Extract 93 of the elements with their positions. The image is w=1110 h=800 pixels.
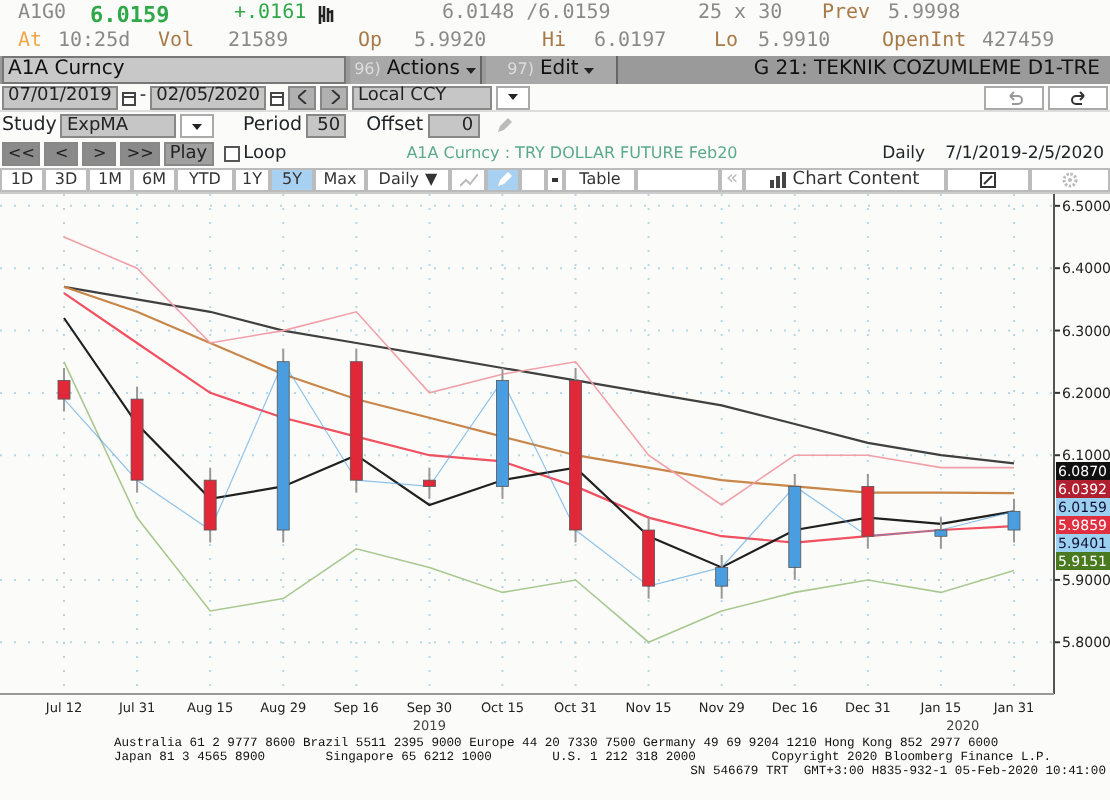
y-tick (1053, 578, 1061, 581)
field-label: Study (2, 116, 57, 136)
playback-button[interactable]: << (2, 142, 41, 166)
candlestick (423, 466, 436, 500)
candlestick (934, 516, 948, 550)
field-label: Offset (366, 116, 424, 136)
line-chart-icon (459, 172, 477, 188)
field-label: OpenInt (882, 32, 969, 52)
y-tick (1053, 454, 1061, 457)
currency-dropdown[interactable]: Local CCY (352, 85, 492, 109)
loop-checkbox[interactable] (223, 146, 240, 162)
caret-icon (552, 178, 558, 182)
date-range-text: 7/1/2019-2/5/2020 (945, 145, 1104, 163)
pencil-icon (495, 118, 512, 134)
frequency-text: Daily (882, 145, 926, 163)
candlestick (203, 466, 217, 544)
calendar-icon (121, 89, 136, 105)
note-icon (980, 172, 996, 188)
period-tab[interactable]: 1Y (234, 168, 270, 192)
playback-button[interactable]: > (82, 142, 117, 166)
ticker-text: A1G0 (18, 4, 69, 24)
field-label: Prev (822, 4, 873, 24)
date-field[interactable]: 02/05/2020 (150, 85, 266, 109)
candlestick (1007, 497, 1021, 544)
last-price: 6.0159 (90, 3, 172, 25)
interval-dropdown[interactable]: Daily ▼ (366, 168, 450, 192)
candlestick (715, 553, 729, 600)
candlestick (642, 516, 655, 600)
candlestick (788, 472, 802, 581)
caret-icon (192, 123, 203, 129)
calendar-icon (270, 89, 284, 105)
separator-text: - (139, 88, 147, 106)
security-field[interactable]: A1A Curncy (2, 56, 346, 84)
field-value: 427459 (982, 32, 1057, 52)
notes-button[interactable] (946, 168, 1030, 192)
dropdown-button[interactable] (496, 85, 530, 109)
page-title: G 21: TEKNIK COZUMLEME D1-TRE (753, 56, 1102, 84)
y-tick (1053, 204, 1061, 207)
undo-icon (1005, 89, 1023, 105)
y-tick (1053, 267, 1061, 270)
dropdown-button[interactable] (546, 168, 564, 192)
period-tab[interactable]: 6M (132, 168, 176, 192)
field-label: Lo (714, 32, 741, 52)
dropdown-button[interactable] (180, 114, 215, 138)
field-label: At (18, 32, 45, 52)
period-tab[interactable]: 3D (44, 168, 88, 192)
study-dropdown[interactable]: ExpMA (60, 114, 177, 138)
date-field[interactable]: 07/01/2019 (2, 85, 118, 109)
candlestick (496, 366, 509, 500)
y-tick (1053, 641, 1061, 644)
field-value: 21589 (228, 32, 291, 52)
redo-icon (1069, 89, 1087, 105)
chart-content-button[interactable]: Chart Content (744, 168, 946, 192)
period-tab[interactable]: YTD (176, 168, 234, 192)
offset-field[interactable]: 0 (427, 114, 480, 138)
y-tick (1053, 329, 1061, 332)
pencil-icon (495, 172, 511, 188)
quote-text: 25 x 30 (698, 4, 785, 24)
candlestick (861, 472, 875, 550)
period-tab[interactable]: 1D (0, 168, 44, 192)
field-value: 5.9998 (888, 4, 963, 24)
caret-icon (465, 67, 476, 73)
field-value: 6.0197 (594, 32, 669, 52)
settings-icon (1062, 172, 1078, 188)
field-value: 5.9920 (414, 32, 489, 52)
field-label: Op (358, 32, 385, 52)
y-tick (1053, 391, 1061, 394)
field-label: Vol (158, 32, 197, 52)
play-button[interactable]: Play (163, 142, 214, 166)
next-button[interactable] (320, 85, 348, 109)
period-tab[interactable]: 1M (88, 168, 132, 192)
period-tab[interactable]: Max (314, 168, 366, 192)
caret-icon (508, 94, 518, 100)
field-value: 5.9910 (758, 32, 833, 52)
candlestick (57, 366, 71, 413)
quote-text: 6.0148 /6.0159 (442, 4, 613, 24)
table-button[interactable]: Table (564, 168, 636, 192)
chart-icon (318, 3, 336, 25)
playback-button[interactable]: < (44, 142, 79, 166)
price-change: +.0161 (234, 4, 309, 24)
previous-button[interactable] (288, 85, 316, 109)
period-field[interactable]: 50 (306, 114, 347, 138)
chart-title: A1A Curncy : TRY DOLLAR FUTURE Feb20 (406, 146, 738, 162)
field-value: 10:25d (58, 32, 133, 52)
candlestick (130, 385, 144, 494)
field-label: Period (242, 116, 303, 136)
playback-button[interactable]: >> (120, 142, 160, 166)
field-label: Hi (542, 32, 569, 52)
checkbox-label: Loop (243, 145, 287, 163)
caret-icon (584, 67, 595, 73)
redo-button[interactable] (1048, 85, 1108, 109)
period-tab[interactable]: 5Y (270, 168, 314, 192)
bar-chart-icon (770, 172, 787, 188)
